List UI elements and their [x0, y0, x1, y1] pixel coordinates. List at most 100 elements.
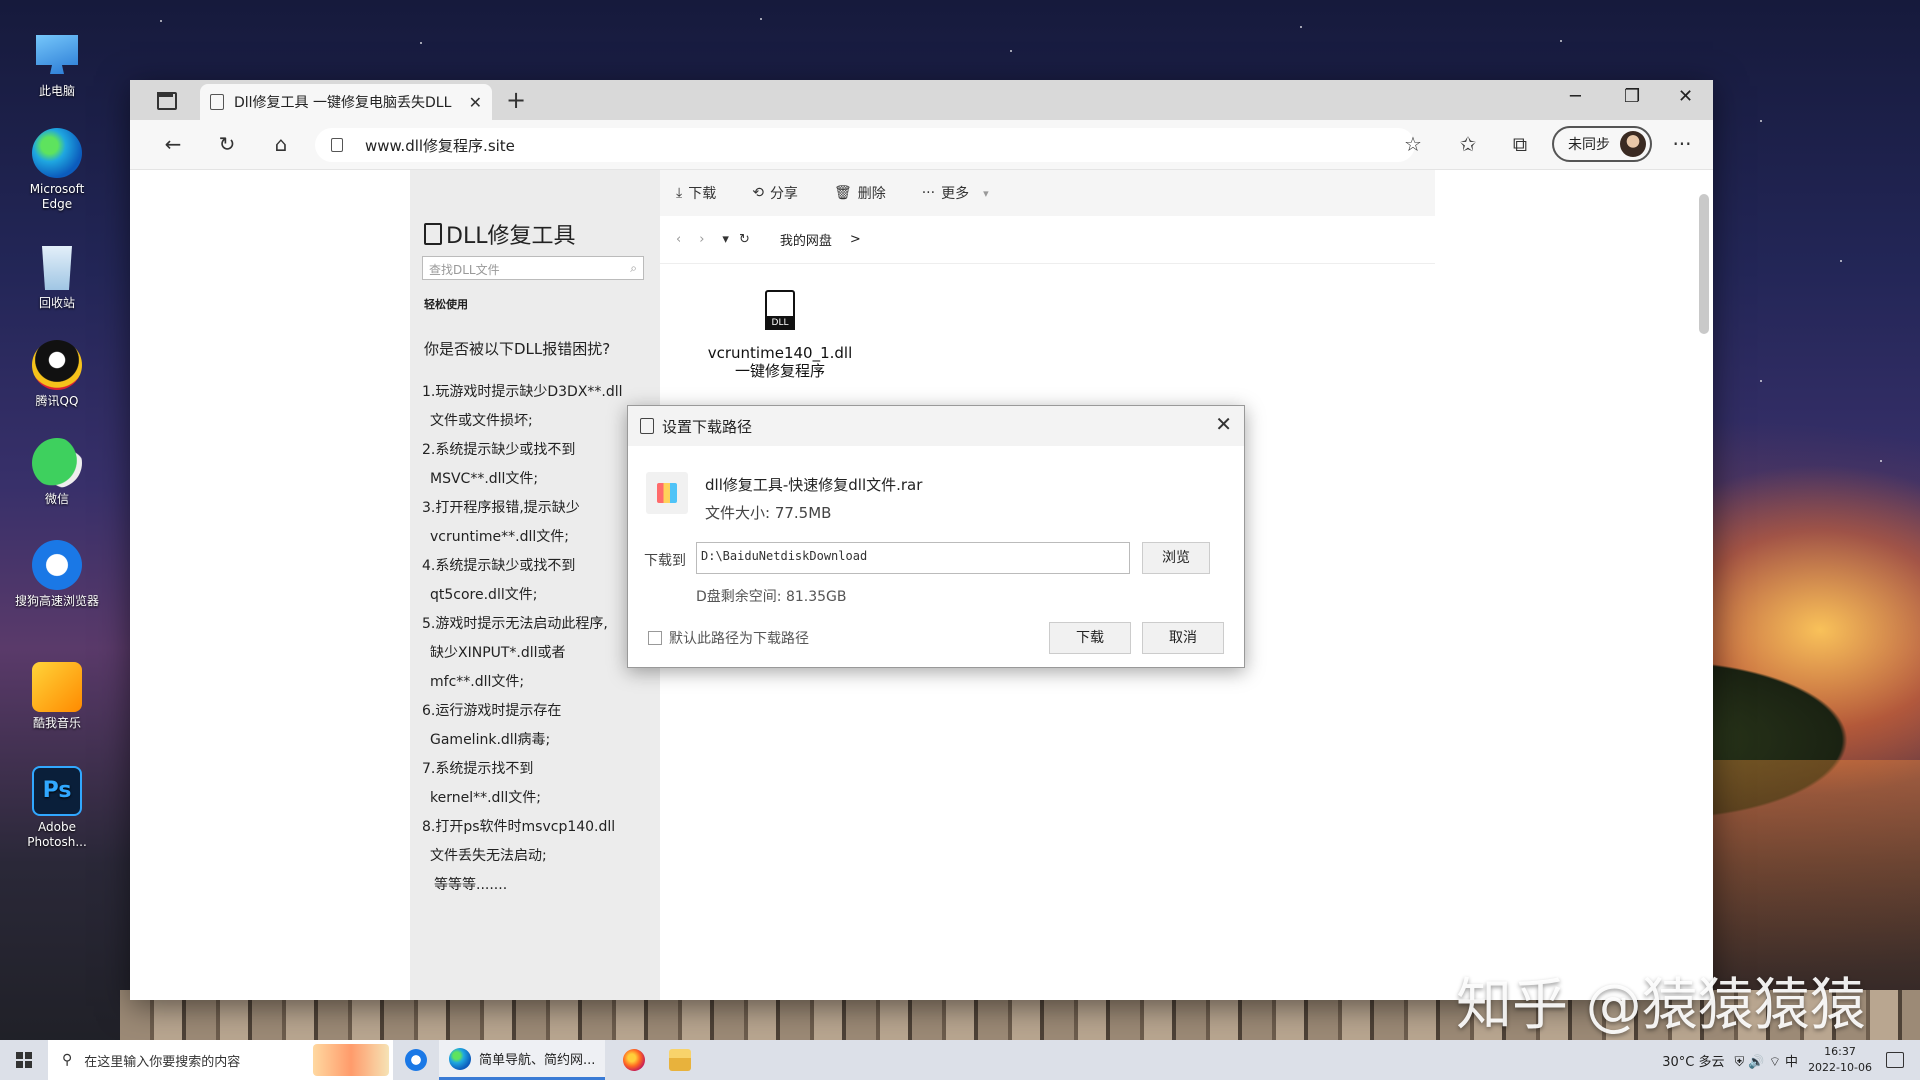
maximize-button[interactable]: ❐	[1624, 86, 1640, 107]
taskbar-edge-label: 简单导航、简约网...	[479, 1053, 596, 1068]
collections-icon[interactable]: ⧉	[1507, 132, 1533, 156]
photoshop-icon: Ps	[32, 766, 82, 816]
kuwo-music-icon	[32, 662, 82, 712]
close-window-button[interactable]: ✕	[1678, 86, 1693, 107]
default-path-checkbox[interactable]	[648, 631, 662, 645]
star	[420, 42, 422, 44]
add-favorite-icon[interactable]: ☆	[1400, 132, 1426, 156]
refresh-icon[interactable]: ↻	[739, 232, 750, 247]
desktop-icon-edge[interactable]: Microsoft Edge	[14, 128, 100, 212]
easy-use-label: 轻松使用	[424, 298, 468, 311]
edge-icon	[32, 128, 82, 178]
download-path-dialog: 设置下载路径 ✕ dll修复工具-快速修复dll文件.rar 文件大小: 77.…	[627, 405, 1245, 668]
dialog-close-icon[interactable]: ✕	[1215, 412, 1232, 436]
desktop-icon-kuwo-music[interactable]: 酷我音乐	[14, 662, 100, 731]
free-space-text: D盘剩余空间: 81.35GB	[696, 589, 847, 605]
desktop-icon-this-pc[interactable]: 此电脑	[14, 30, 100, 99]
tab-title: Dll修复工具 一键修复电脑丢失DLL	[234, 95, 452, 111]
more-icon[interactable]: ···	[1669, 132, 1695, 156]
star	[1300, 26, 1302, 28]
browse-button[interactable]: 浏览	[1142, 542, 1210, 574]
star	[1880, 460, 1882, 462]
list-item: 等等等.......	[434, 877, 508, 893]
desktop-icon-recycle-bin[interactable]: 回收站	[14, 242, 100, 311]
lock-icon[interactable]	[331, 138, 343, 152]
list-item: 2.系统提示缺少或找不到	[422, 442, 576, 458]
sogou-browser-icon	[405, 1049, 427, 1071]
edge-icon	[449, 1047, 471, 1070]
start-button[interactable]	[0, 1040, 48, 1080]
new-tab-button[interactable]: +	[506, 86, 526, 114]
breadcrumb-separator: >	[849, 232, 861, 247]
taskbar-app-sogou[interactable]	[393, 1040, 439, 1080]
list-item: 4.系统提示缺少或找不到	[422, 558, 576, 574]
download-path-field[interactable]: D:\BaiduNetdiskDownload	[696, 542, 1130, 574]
taskbar-search-box[interactable]: ⚲ 在这里输入你要搜索的内容	[48, 1040, 393, 1080]
desktop-icon-label: 此电脑	[38, 84, 75, 98]
panel-title: DLL修复工具	[424, 218, 575, 250]
list-item: MSVC**.dll文件;	[430, 471, 539, 487]
desktop-icon-label: 腾讯QQ	[35, 394, 79, 408]
profile-button[interactable]: 未同步	[1552, 126, 1652, 162]
desktop-icon-label: 酷我音乐	[32, 716, 81, 730]
dialog-file-name: dll修复工具-快速修复dll文件.rar	[705, 476, 923, 494]
download-label: 下载	[688, 186, 717, 202]
list-item: 5.游戏时提示无法启动此程序,	[422, 616, 608, 632]
vertical-scrollbar[interactable]	[1699, 174, 1709, 994]
list-item: 缺少XINPUT*.dll或者	[430, 645, 566, 661]
notification-icon[interactable]	[1886, 1052, 1904, 1068]
desktop-icon-label: Adobe Photosh...	[27, 820, 87, 849]
back-button[interactable]: ←	[160, 132, 186, 156]
search-icon[interactable]: ⌕	[630, 261, 637, 276]
cancel-button[interactable]: 取消	[1142, 622, 1224, 654]
download-confirm-button[interactable]: 下载	[1049, 622, 1131, 654]
tray-icons[interactable]: ⛨ 🔊 ⌔ 中	[1735, 1051, 1799, 1070]
browser-tab[interactable]: Dll修复工具 一键修复电脑丢失DLL ✕	[200, 84, 492, 120]
file-item[interactable]: vcruntime140_1.dll 一键修复程序	[700, 290, 860, 380]
breadcrumb[interactable]: 我的网盘	[780, 230, 832, 249]
favorites-icon[interactable]: ✩	[1455, 132, 1481, 156]
history-dropdown-icon[interactable]: ▾	[722, 232, 729, 247]
dialog-icon	[640, 418, 654, 434]
list-item: mfc**.dll文件;	[430, 674, 525, 690]
tab-actions-icon[interactable]	[154, 89, 177, 111]
weather-widget[interactable]: 30°C 多云	[1662, 1051, 1724, 1070]
dll-search-input[interactable]: 查找DLL文件 ⌕	[422, 256, 644, 280]
nav-back-icon[interactable]: ‹	[676, 232, 681, 247]
default-path-label[interactable]: 默认此路径为下载路径	[669, 628, 809, 648]
trash-icon: 🗑	[833, 185, 852, 201]
desktop-icon-wechat[interactable]: 微信	[14, 438, 100, 507]
tab-close-icon[interactable]: ✕	[469, 93, 482, 112]
desktop-icon-sogou-browser[interactable]: 搜狗高速浏览器	[14, 540, 100, 609]
nav-forward-icon[interactable]: ›	[699, 232, 704, 247]
desktop-icon-label: 微信	[44, 492, 69, 506]
star	[1010, 50, 1012, 52]
desktop-icon-qq[interactable]: 腾讯QQ	[14, 340, 100, 409]
taskbar-app-edge[interactable]: 简单导航、简约网...	[439, 1040, 606, 1080]
more-button[interactable]: ··· 更多 ▾	[922, 183, 989, 203]
dll-file-icon	[765, 290, 795, 330]
dialog-file-size: 文件大小: 77.5MB	[705, 504, 832, 522]
desktop-icon-photoshop[interactable]: Ps Adobe Photosh...	[14, 766, 100, 850]
list-item: 6.运行游戏时提示存在	[422, 703, 562, 719]
list-item: 7.系统提示找不到	[422, 761, 534, 777]
scrollbar-thumb[interactable]	[1699, 194, 1709, 334]
share-label: 分享	[769, 186, 798, 202]
download-button[interactable]: ⤓ 下载	[676, 183, 716, 203]
share-button[interactable]: ⟲ 分享	[752, 183, 798, 203]
clock[interactable]: 16:37 2022-10-06	[1808, 1044, 1872, 1076]
left-panel: DLL修复工具 查找DLL文件 ⌕ 轻松使用 你是否被以下DLL报错困扰? 1.…	[410, 170, 660, 1000]
file-subtitle: 一键修复程序	[734, 362, 825, 380]
profile-label: 未同步	[1568, 137, 1610, 153]
list-item: 文件丢失无法启动;	[430, 848, 547, 864]
share-icon: ⟲	[752, 185, 764, 201]
address-bar[interactable]: www.dll修复程序.site	[315, 128, 1415, 162]
delete-button[interactable]: 🗑 删除	[834, 183, 886, 203]
refresh-button[interactable]: ↻	[214, 132, 240, 156]
star	[1760, 380, 1762, 382]
minimize-button[interactable]: ─	[1570, 86, 1581, 107]
more-dots-icon: ···	[921, 185, 936, 201]
taskbar-app-firefox[interactable]	[611, 1040, 657, 1080]
home-button[interactable]: ⌂	[268, 132, 294, 156]
taskbar-app-explorer[interactable]	[657, 1040, 703, 1080]
